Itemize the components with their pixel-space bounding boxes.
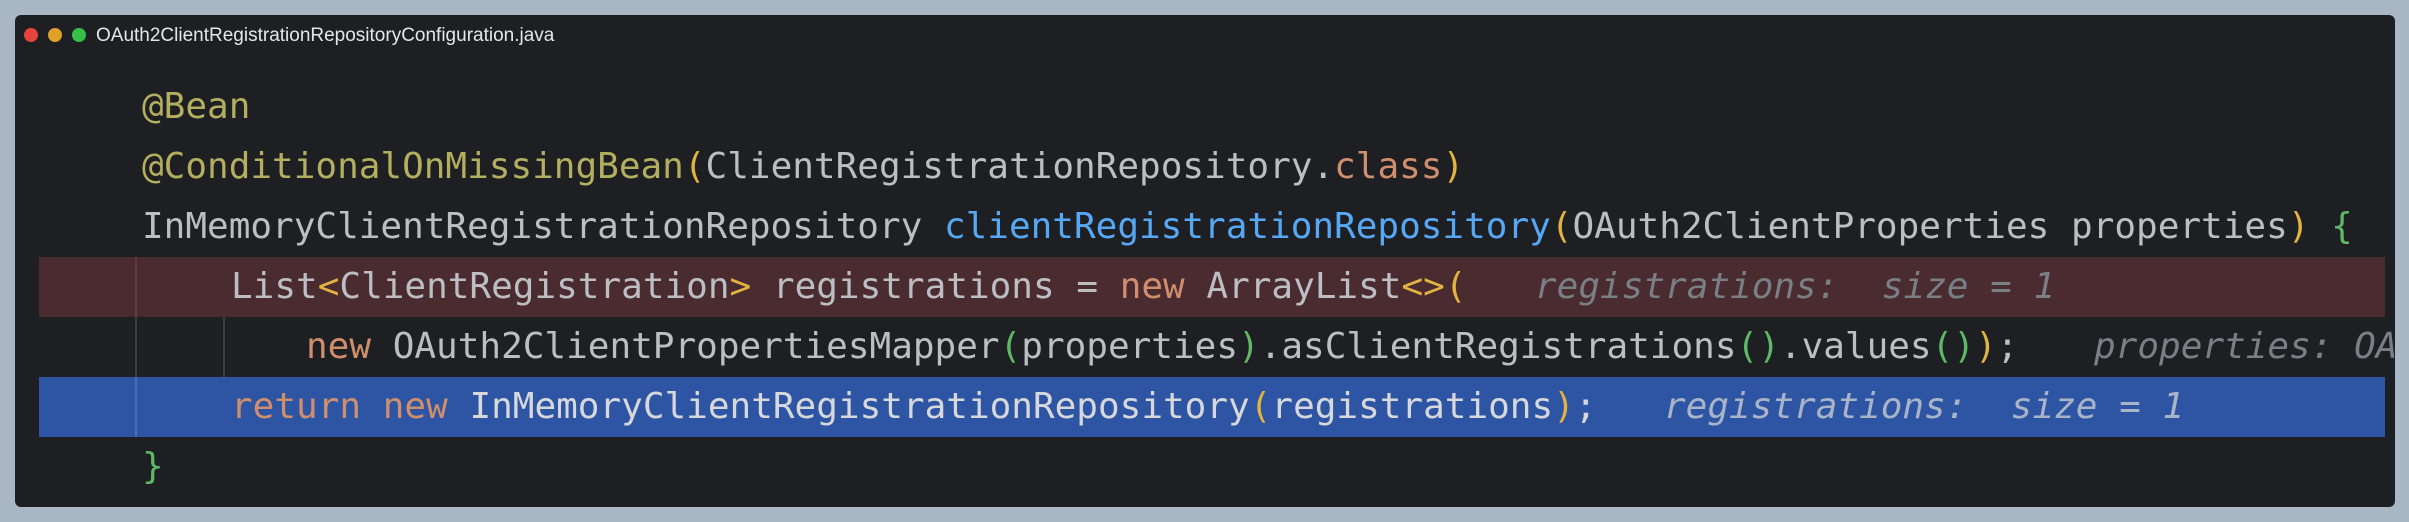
keyword-new: new	[1119, 266, 1185, 307]
code-line-2[interactable]: @ConditionalOnMissingBean(ClientRegistra…	[39, 137, 2385, 197]
code-line-7[interactable]: }	[39, 437, 2385, 497]
brace-close: }	[142, 446, 164, 487]
inlay-hint: properties: OA	[2094, 326, 2395, 367]
editor-window: OAuth2ClientRegistrationRepositoryConfig…	[15, 15, 2395, 507]
method-name: clientRegistrationRepository	[943, 206, 1551, 247]
code-line-4[interactable]: List<ClientRegistration> registrations =…	[39, 257, 2385, 317]
indent-guide	[135, 257, 137, 317]
code-line-5[interactable]: new OAuth2ClientPropertiesMapper(propert…	[39, 317, 2395, 377]
keyword-class: class	[1334, 146, 1443, 187]
code-editor[interactable]: @Bean @ConditionalOnMissingBean(ClientRe…	[15, 15, 2395, 507]
generic-open: <	[317, 266, 340, 307]
paren-open: (	[1550, 206, 1573, 247]
indent-guide	[135, 317, 137, 377]
code-line-6[interactable]: return new InMemoryClientRegistrationRep…	[39, 377, 2385, 437]
paren-open: (	[1249, 386, 1272, 427]
code-line-3[interactable]: InMemoryClientRegistrationRepository cli…	[39, 197, 2385, 257]
paren-close: )	[1974, 326, 1997, 367]
paren-close: )	[1238, 326, 1260, 367]
annotation-conditional: @ConditionalOnMissingBean	[142, 146, 684, 187]
parens: ()	[1931, 326, 1975, 367]
method-call: .asClientRegistrations	[1259, 326, 1737, 367]
class-name: InMemoryClientRegistrationRepository	[447, 386, 1250, 427]
semicolon: ;	[1574, 386, 1597, 427]
semicolon: ;	[1996, 326, 2019, 367]
argument: registrations	[1271, 386, 1554, 427]
generic-type: ClientRegistration	[339, 266, 730, 307]
type-list: List	[231, 266, 318, 307]
argument: properties	[1021, 326, 1239, 367]
method-call: .values	[1779, 326, 1932, 367]
indent-guide	[135, 377, 137, 437]
diamond-operator: <>	[1401, 266, 1445, 307]
variable-declaration: registrations =	[751, 266, 1120, 307]
inlay-hint: registrations: size = 1	[1664, 386, 2185, 427]
parens: ()	[1736, 326, 1780, 367]
code-line-1[interactable]: @Bean	[39, 77, 2385, 137]
return-type: InMemoryClientRegistrationRepository	[142, 206, 944, 247]
indent-guide	[223, 317, 225, 377]
paren-close: )	[2287, 206, 2310, 247]
paren-close: )	[1442, 146, 1465, 187]
brace-open: {	[2309, 206, 2353, 247]
keyword-new: new	[306, 326, 372, 367]
annotation-bean: @Bean	[142, 86, 251, 127]
paren-open: (	[1444, 266, 1467, 307]
mapper-class: OAuth2ClientPropertiesMapper	[371, 326, 1000, 367]
arraylist-type: ArrayList	[1184, 266, 1402, 307]
keyword-return: return	[231, 386, 362, 427]
class-reference: ClientRegistrationRepository.	[705, 146, 1335, 187]
generic-close: >	[729, 266, 752, 307]
paren-open: (	[999, 326, 1022, 367]
method-params: OAuth2ClientProperties properties	[1572, 206, 2288, 247]
keyword-new: new	[382, 386, 448, 427]
paren-open: (	[683, 146, 706, 187]
paren-close: )	[1553, 386, 1575, 427]
inlay-hint: registrations: size = 1	[1535, 266, 2056, 307]
